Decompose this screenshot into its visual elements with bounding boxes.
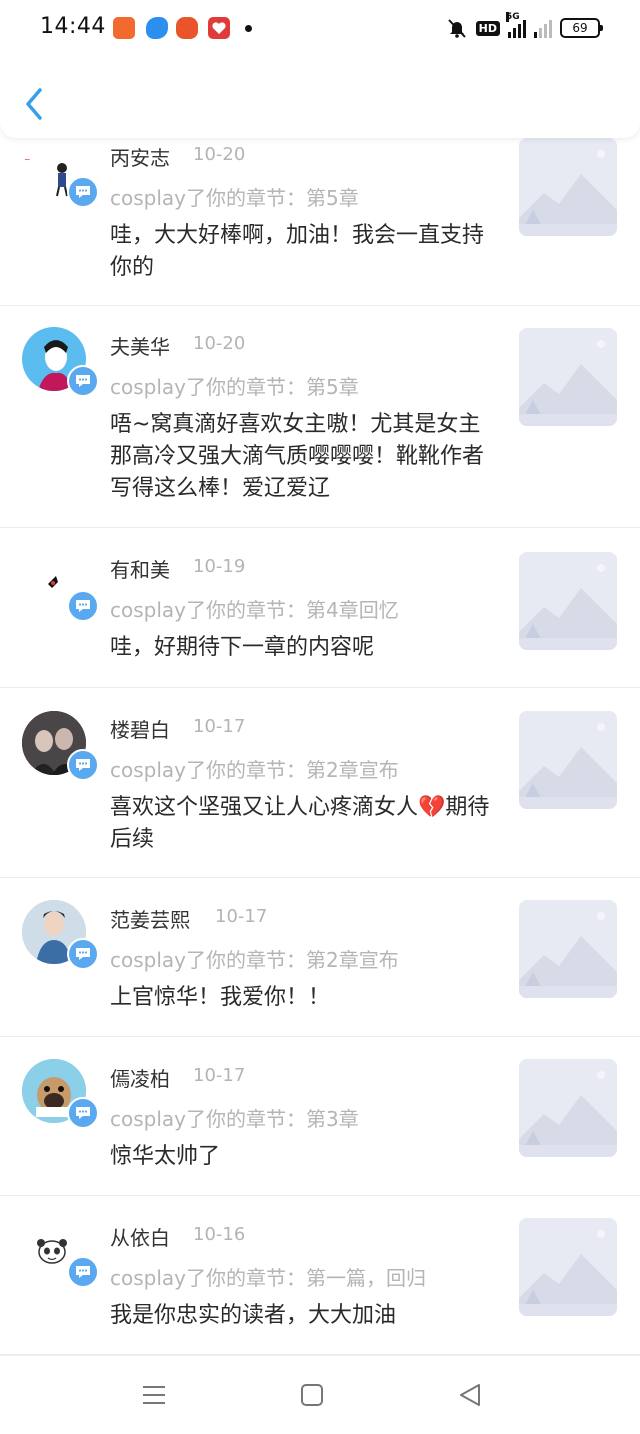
comment-badge-icon (67, 749, 99, 781)
user-name[interactable]: 范姜芸熙 (110, 904, 190, 933)
user-name[interactable]: 丙安志 (110, 142, 170, 171)
user-name[interactable]: 从依白 (110, 1222, 170, 1251)
comment-badge-icon (67, 365, 99, 397)
red-app-icon (176, 17, 198, 39)
comment-text: 喜欢这个坚强又让人心疼滴女人💔期待后续 (110, 795, 490, 852)
comment-action: cosplay了你的章节：第4章回忆 (110, 598, 399, 622)
page-header (0, 58, 640, 138)
chapter-thumbnail[interactable] (519, 328, 617, 426)
user-name[interactable]: 夫美华 (110, 331, 170, 360)
list-item[interactable]: 范姜芸熙 10-17 cosplay了你的章节：第2章宣布 上官惊华！我爱你！！ (0, 878, 640, 1037)
orange-app-icon (113, 17, 135, 39)
comment-text: 唔~窝真滴好喜欢女主嗷！尤其是女主那高冷又强大滴气质嘤嘤嘤！靴靴作者写得这么棒！… (110, 412, 485, 501)
user-name[interactable]: 有和美 (110, 554, 170, 583)
comment-badge-icon (67, 176, 99, 208)
comment-badge-icon (67, 1097, 99, 1129)
mute-icon (447, 19, 466, 38)
comment-list: ~ 丙安志 10-20 cosplay了你的章节：第5章 哇，大大好棒啊，加油！… (0, 138, 640, 1355)
chapter-thumbnail[interactable] (519, 1059, 617, 1157)
chapter-thumbnail[interactable] (519, 711, 617, 809)
comment-date: 10-20 (193, 333, 246, 354)
user-name[interactable]: 傿凌柏 (110, 1063, 170, 1092)
comment-action: cosplay了你的章节：第3章 (110, 1107, 359, 1131)
chapter-thumbnail[interactable] (519, 900, 617, 998)
battery-level: 69 (572, 21, 588, 35)
home-square-icon[interactable] (297, 1380, 327, 1410)
comment-action: cosplay了你的章节：第一篇，回归 (110, 1266, 426, 1290)
chapter-thumbnail[interactable] (519, 552, 617, 650)
comment-date: 10-19 (193, 556, 246, 577)
status-right: HD 5G 69 (446, 12, 603, 41)
comment-date: 10-16 (193, 1224, 246, 1245)
comment-text: 上官惊华！我爱你！！ (110, 985, 331, 1010)
chevron-left-icon[interactable] (20, 84, 52, 124)
chapter-thumbnail[interactable] (519, 1218, 617, 1316)
comment-action: cosplay了你的章节：第5章 (110, 375, 359, 399)
status-bar: 14:44 HD 5G 69 (0, 0, 640, 58)
battery-icon: 69 (560, 18, 603, 38)
comment-date: 10-20 (193, 144, 246, 165)
list-item[interactable]: 傿凌柏 10-17 cosplay了你的章节：第3章 惊华太帅了 (0, 1037, 640, 1196)
list-item[interactable]: 夫美华 10-20 cosplay了你的章节：第5章 唔~窝真滴好喜欢女主嗷！尤… (0, 306, 640, 528)
user-name[interactable]: 楼碧白 (110, 714, 170, 743)
comment-date: 10-17 (193, 1065, 246, 1086)
network-label: 5G (506, 12, 520, 22)
menu-icon[interactable] (139, 1380, 169, 1410)
comment-action: cosplay了你的章节：第2章宣布 (110, 948, 399, 972)
blue-app-icon (146, 17, 168, 39)
more-notifications-dot (245, 25, 252, 32)
comment-action: cosplay了你的章节：第5章 (110, 186, 359, 210)
list-item[interactable]: ~ 丙安志 10-20 cosplay了你的章节：第5章 哇，大大好棒啊，加油！… (0, 138, 640, 306)
comment-text: 哇，好期待下一章的内容呢 (110, 635, 375, 660)
comment-text: 哇，大大好棒啊，加油！我会一直支持你的 (110, 223, 485, 280)
comment-date: 10-17 (193, 716, 246, 737)
system-nav-bar (0, 1355, 640, 1434)
svg-text:~: ~ (24, 155, 31, 164)
hd-icon: HD (475, 20, 500, 36)
signal-x-icon (534, 18, 552, 38)
heart-app-icon (208, 17, 230, 39)
list-item[interactable]: 楼碧白 10-17 cosplay了你的章节：第2章宣布 喜欢这个坚强又让人心疼… (0, 688, 640, 878)
comment-date: 10-17 (215, 906, 268, 927)
comment-action: cosplay了你的章节：第2章宣布 (110, 758, 399, 782)
chapter-thumbnail[interactable] (519, 138, 617, 236)
comment-badge-icon (67, 938, 99, 970)
status-time: 14:44 (40, 14, 106, 39)
comment-text: 我是你忠实的读者，大大加油 (110, 1303, 397, 1328)
comment-badge-icon (67, 590, 99, 622)
signal-icon: 5G (506, 12, 526, 38)
list-item[interactable]: 有和美 10-19 cosplay了你的章节：第4章回忆 哇，好期待下一章的内容… (0, 528, 640, 688)
comment-text: 惊华太帅了 (110, 1144, 221, 1169)
back-triangle-icon[interactable] (455, 1380, 485, 1410)
list-item[interactable]: 从依白 10-16 cosplay了你的章节：第一篇，回归 我是你忠实的读者，大… (0, 1196, 640, 1355)
comment-badge-icon (67, 1256, 99, 1288)
